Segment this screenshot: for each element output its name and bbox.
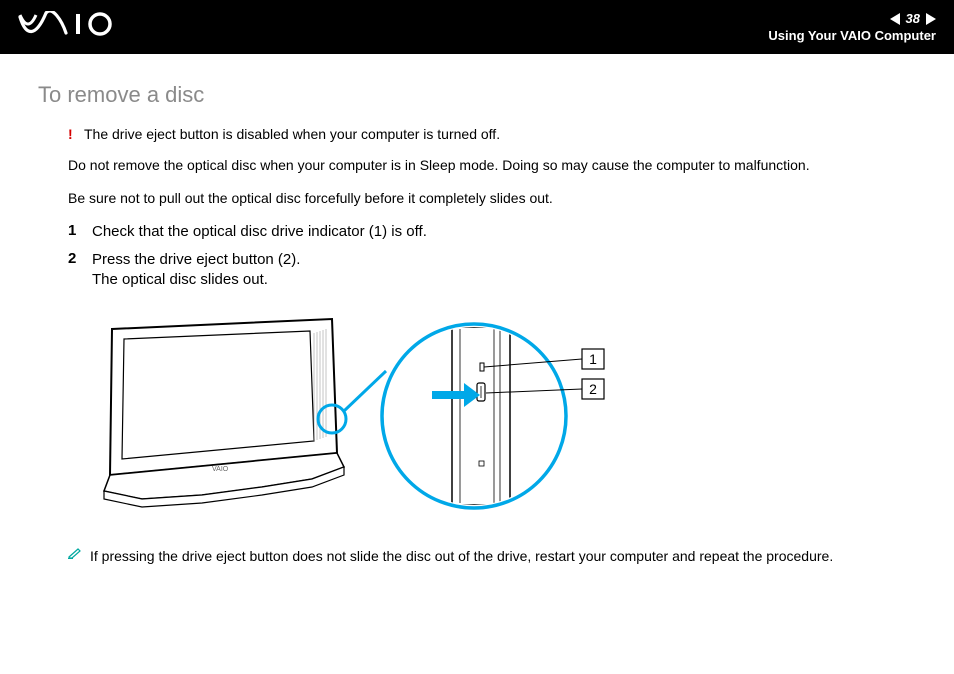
svg-text:VAIO: VAIO bbox=[212, 466, 229, 473]
callout-2-label: 2 bbox=[589, 381, 597, 397]
page-nav: 38 bbox=[768, 11, 936, 26]
vaio-logo bbox=[18, 11, 128, 44]
next-page-arrow-icon[interactable] bbox=[926, 13, 936, 25]
warning-text-2: Do not remove the optical disc when your… bbox=[68, 156, 916, 175]
vaio-logo-svg bbox=[18, 11, 128, 37]
illustration: VAIO bbox=[82, 311, 916, 525]
note-icon bbox=[68, 547, 82, 559]
warning-text-3: Be sure not to pull out the optical disc… bbox=[68, 189, 916, 208]
computer-illustration: VAIO bbox=[104, 319, 346, 507]
prev-page-arrow-icon[interactable] bbox=[890, 13, 900, 25]
warning-block: ! The drive eject button is disabled whe… bbox=[68, 126, 916, 142]
page-title: To remove a disc bbox=[38, 82, 916, 108]
illustration-svg: VAIO bbox=[82, 311, 642, 525]
section-label: Using Your VAIO Computer bbox=[768, 28, 936, 43]
warning-text-1: The drive eject button is disabled when … bbox=[84, 126, 500, 142]
page-number: 38 bbox=[906, 11, 920, 26]
note-block: If pressing the drive eject button does … bbox=[68, 547, 916, 566]
callout-connector bbox=[344, 371, 386, 411]
step-2: 2 Press the drive eject button (2). The … bbox=[68, 250, 916, 291]
step-list: 1 Check that the optical disc drive indi… bbox=[68, 222, 916, 291]
step-num-2: 2 bbox=[68, 250, 82, 291]
step-1: 1 Check that the optical disc drive indi… bbox=[68, 222, 916, 242]
warning-icon: ! bbox=[68, 127, 78, 141]
header-right: 38 Using Your VAIO Computer bbox=[768, 11, 936, 43]
step-text-2: Press the drive eject button (2). The op… bbox=[92, 250, 300, 291]
callout-1-label: 1 bbox=[589, 351, 597, 367]
note-text: If pressing the drive eject button does … bbox=[90, 547, 833, 566]
content-area: To remove a disc ! The drive eject butto… bbox=[0, 54, 954, 565]
step-text-1: Check that the optical disc drive indica… bbox=[92, 222, 427, 242]
detail-view bbox=[382, 324, 566, 508]
step-num-1: 1 bbox=[68, 222, 82, 242]
header-bar: 38 Using Your VAIO Computer bbox=[0, 0, 954, 54]
